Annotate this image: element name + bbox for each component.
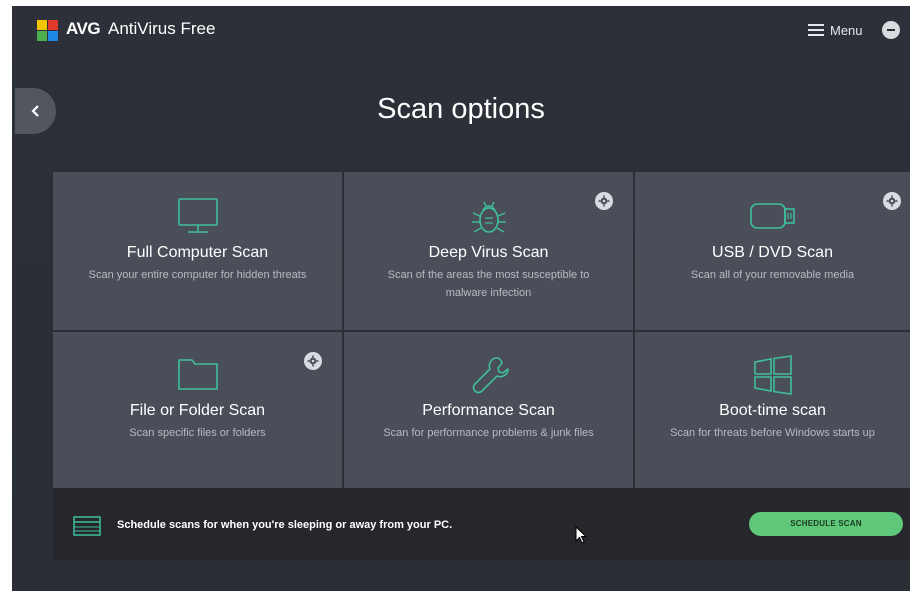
scan-name: USB / DVD Scan <box>712 244 833 261</box>
scan-name: Deep Virus Scan <box>428 244 549 261</box>
avg-logo-icon <box>37 20 58 41</box>
windows-icon <box>753 355 792 395</box>
calendar-icon <box>73 516 101 536</box>
bug-icon <box>471 201 506 233</box>
minimize-button[interactable] <box>882 21 900 39</box>
menu-label: Menu <box>830 22 863 38</box>
file-folder-scan-tile[interactable]: File or Folder Scan Scan specific files … <box>53 332 342 490</box>
brand-name: AVG <box>66 19 101 38</box>
hamburger-icon <box>808 24 824 36</box>
mouse-cursor-icon <box>575 526 587 544</box>
scan-description: Scan your entire computer for hidden thr… <box>88 269 307 281</box>
scan-name: Boot-time scan <box>719 402 826 419</box>
schedule-message: Schedule scans for when you're sleeping … <box>117 519 453 531</box>
usb-dvd-scan-tile[interactable]: USB / DVD Scan Scan all of your removabl… <box>635 172 910 330</box>
deep-virus-scan-tile[interactable]: Deep Virus Scan Scan of the areas the mo… <box>344 172 633 330</box>
avg-window: AVG AntiVirus Free Menu Scan options Ful… <box>12 6 910 591</box>
scan-description: Scan of the areas the most susceptible t… <box>387 269 590 299</box>
product-name: AntiVirus Free <box>108 19 216 38</box>
title-bar: AVG AntiVirus Free Menu <box>12 6 910 52</box>
scan-name: Performance Scan <box>422 402 555 419</box>
schedule-scan-button[interactable]: SCHEDULE SCAN <box>749 512 903 536</box>
performance-scan-tile[interactable]: Performance Scan Scan for performance pr… <box>344 332 633 490</box>
boot-time-scan-tile[interactable]: Boot-time scan Scan for threats before W… <box>635 332 910 490</box>
page-title: Scan options <box>377 93 545 125</box>
scan-description: Scan specific files or folders <box>129 427 266 439</box>
schedule-bar: Schedule scans for when you're sleeping … <box>53 488 910 560</box>
scan-name: Full Computer Scan <box>126 244 269 261</box>
gear-icon <box>886 195 898 207</box>
folder-icon <box>177 359 218 390</box>
scan-options-grid: Full Computer Scan Scan your entire comp… <box>53 172 910 490</box>
wrench-icon <box>472 357 509 394</box>
scan-description: Scan all of your removable media <box>690 269 855 281</box>
menu-button[interactable]: Menu <box>808 20 863 40</box>
scan-name: File or Folder Scan <box>129 402 266 419</box>
usb-dvd-scan-settings-button[interactable] <box>883 192 901 210</box>
scan-description: Scan for threats before Windows starts u… <box>670 427 875 439</box>
usb-drive-icon <box>749 203 795 229</box>
gear-icon <box>307 355 319 367</box>
full-computer-scan-tile[interactable]: Full Computer Scan Scan your entire comp… <box>53 172 342 330</box>
deep-virus-scan-settings-button[interactable] <box>595 192 613 210</box>
monitor-icon <box>177 198 218 233</box>
file-folder-scan-settings-button[interactable] <box>304 352 322 370</box>
scan-description: Scan for performance problems & junk fil… <box>383 427 594 439</box>
gear-icon <box>598 195 610 207</box>
